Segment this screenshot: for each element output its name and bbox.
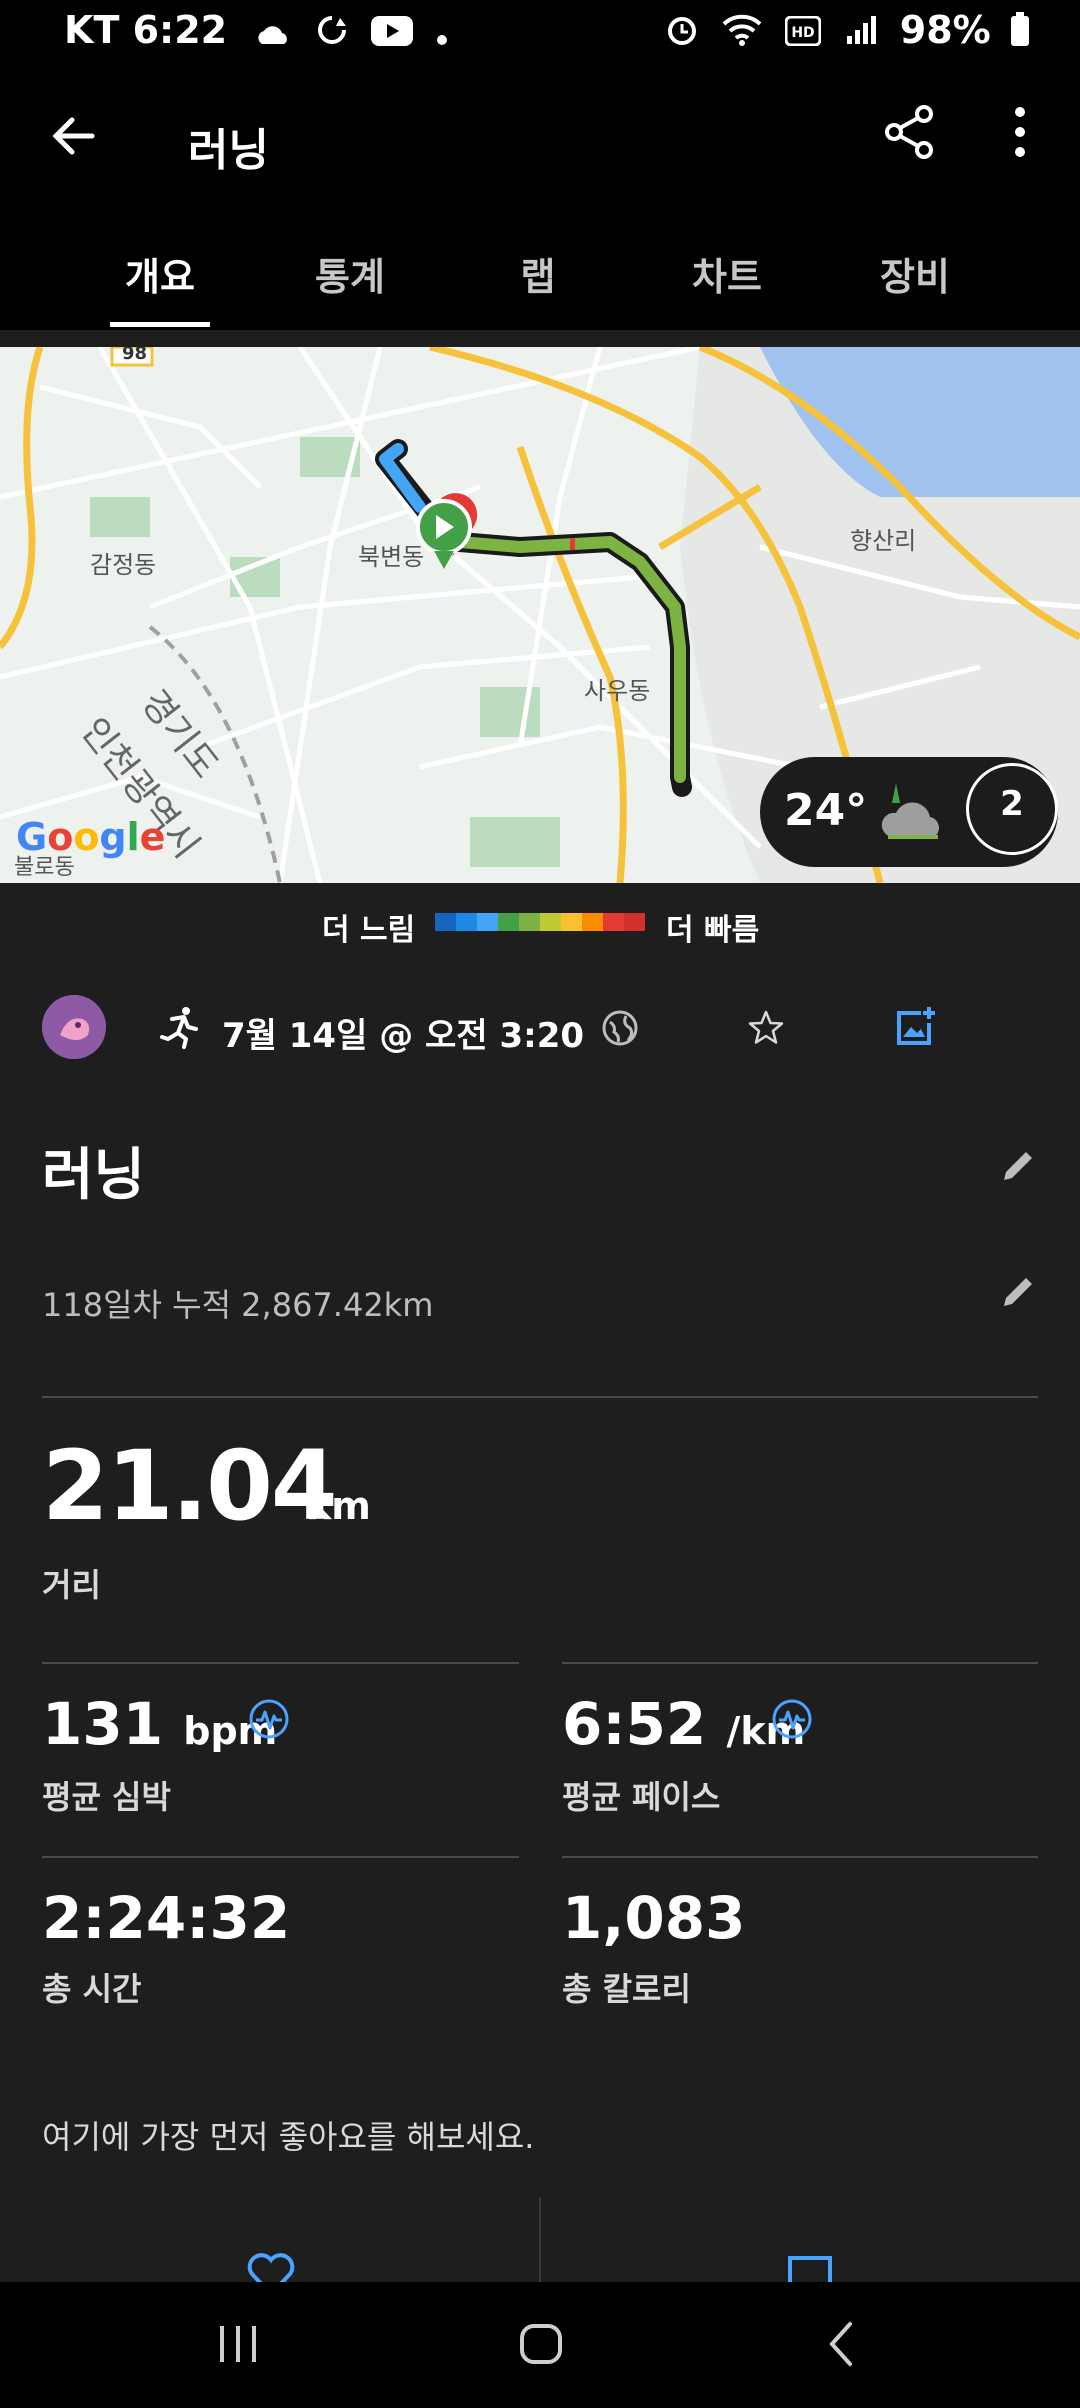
wind-value: 2 <box>1000 784 1024 824</box>
avg-heart-rate-value: 131 bpm <box>42 1690 277 1758</box>
activity-datetime: 7월 14일 @ 오전 3:20 <box>222 1016 585 1056</box>
svg-text:HD: HD <box>792 25 815 41</box>
calories-value: 1,083 <box>562 1884 746 1952</box>
distance-unit: km <box>306 1484 371 1528</box>
road-number: 98 <box>122 347 148 364</box>
star-icon[interactable] <box>746 1008 786 1048</box>
more-options-icon[interactable] <box>1000 102 1040 162</box>
edit-description-icon[interactable] <box>998 1272 1038 1312</box>
avg-pace-number: 6:52 <box>562 1690 707 1758</box>
tab-laps[interactable]: 랩 <box>443 246 633 301</box>
cloud-icon <box>878 779 958 847</box>
dot-icon <box>436 11 448 55</box>
calories-label: 총 칼로리 <box>562 1970 691 2008</box>
like-heart-icon[interactable] <box>246 2252 296 2282</box>
avg-pace-value: 6:52 /km <box>562 1690 805 1758</box>
pace-color-segment <box>603 913 624 931</box>
pace-color-segment <box>624 913 645 931</box>
tab-charts[interactable]: 차트 <box>632 246 822 301</box>
weather-badge: 24° 2 <box>760 757 1058 867</box>
pace-color-segment <box>477 913 498 931</box>
globe-icon[interactable] <box>600 1008 640 1048</box>
status-bar: KT 6:22 HD 98% <box>0 0 1080 62</box>
google-logo: Google <box>16 815 166 859</box>
activity-title: 러닝 <box>42 1143 146 1208</box>
weather-temp: 24° <box>784 785 868 836</box>
divider <box>539 2198 541 2282</box>
page-title: 러닝 <box>188 125 269 176</box>
back-nav-icon[interactable] <box>826 2320 856 2372</box>
map-label: 사우동 <box>584 677 651 705</box>
heart-rate-icon[interactable] <box>248 1698 290 1740</box>
tab-gear[interactable]: 장비 <box>820 246 1010 301</box>
map-label: 향산리 <box>850 527 917 555</box>
distance-value: 21.04 <box>42 1430 338 1542</box>
divider <box>42 1662 519 1664</box>
status-left: KT 6:22 <box>64 8 458 55</box>
activity-description: 118일차 누적 2,867.42km <box>42 1286 434 1324</box>
status-right: HD 98% <box>665 8 1040 55</box>
hd-icon: HD <box>784 11 822 55</box>
divider <box>562 1856 1038 1858</box>
edit-title-icon[interactable] <box>998 1146 1038 1186</box>
battery-icon <box>1010 11 1030 55</box>
pace-color-segment <box>498 913 519 931</box>
carrier-time: KT 6:22 <box>64 8 228 52</box>
total-time-value: 2:24:32 <box>42 1884 291 1952</box>
tab-overview[interactable]: 개요 <box>65 246 255 327</box>
comment-icon[interactable] <box>786 2254 834 2282</box>
like-prompt: 여기에 가장 먼저 좋아요를 해보세요. <box>42 2118 535 2156</box>
avg-hr-label: 평균 심박 <box>42 1778 171 1816</box>
share-icon[interactable] <box>880 102 940 162</box>
divider <box>562 1662 1038 1664</box>
cloud-icon <box>254 11 292 55</box>
pace-color-segment <box>582 913 603 931</box>
avg-hr-number: 131 <box>42 1690 164 1758</box>
total-time-label: 총 시간 <box>42 1970 142 2008</box>
distance-label: 거리 <box>42 1566 101 1604</box>
pace-legend: 더 느림 더 빠름 <box>0 883 1080 963</box>
battery-percent: 98% <box>899 8 991 52</box>
add-photo-icon[interactable] <box>893 1005 937 1049</box>
back-arrow-icon[interactable] <box>44 106 104 166</box>
avatar[interactable] <box>42 995 106 1059</box>
avg-pace-label: 평균 페이스 <box>562 1778 721 1816</box>
divider <box>42 1856 519 1858</box>
map-label: 북변동 <box>358 543 425 571</box>
wifi-icon <box>722 11 762 55</box>
legend-slower: 더 느림 <box>322 913 416 948</box>
pace-color-segment <box>435 913 456 931</box>
pace-color-segment <box>540 913 561 931</box>
tab-stats[interactable]: 통계 <box>255 246 445 301</box>
youtube-icon <box>370 11 413 55</box>
divider <box>42 1396 1038 1398</box>
system-nav-bar <box>0 2282 1080 2408</box>
pace-color-segment <box>519 913 540 931</box>
sync-icon <box>316 11 348 55</box>
pace-color-segment <box>456 913 477 931</box>
map-label: 감정동 <box>90 551 157 579</box>
pace-color-segment <box>561 913 582 931</box>
pace-color-bar <box>435 913 645 931</box>
wind-badge: 2 <box>966 763 1058 855</box>
alarm-icon <box>665 11 699 55</box>
running-icon <box>158 1005 202 1049</box>
recent-apps-icon[interactable] <box>214 2322 262 2370</box>
tab-bar: 개요 통계 랩 차트 장비 <box>0 210 1080 330</box>
home-icon[interactable] <box>518 2322 564 2370</box>
legend-faster: 더 빠름 <box>666 913 760 948</box>
signal-icon <box>845 11 877 55</box>
pace-analysis-icon[interactable] <box>771 1698 813 1740</box>
